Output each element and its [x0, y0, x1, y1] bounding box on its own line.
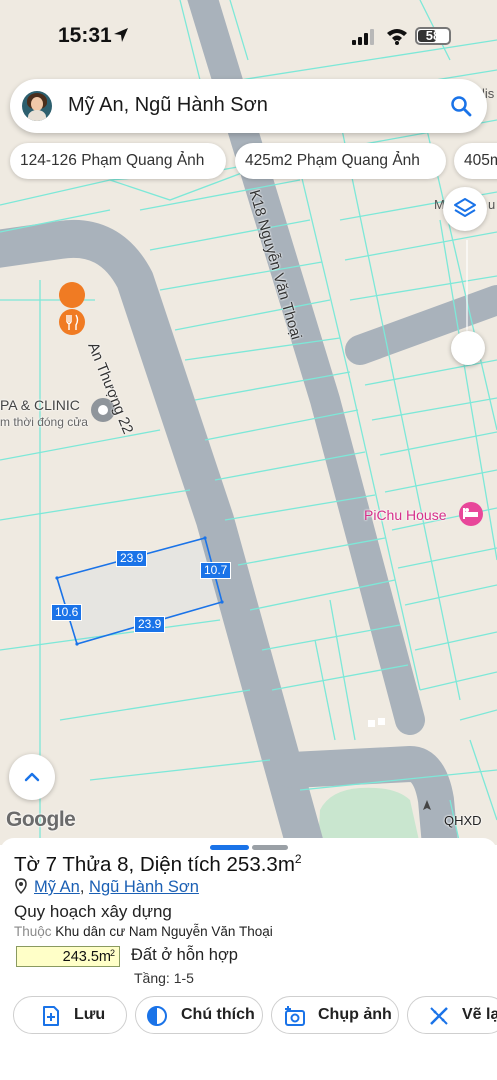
layers-button[interactable]	[443, 187, 487, 231]
parcel-dimension-bottom: 23.9	[134, 616, 166, 633]
search-icon[interactable]	[450, 95, 472, 117]
map-edge-label: u	[488, 197, 496, 212]
chip-suggestion[interactable]: 425m2 Phạm Quang Ảnh	[235, 143, 446, 179]
save-button[interactable]: Lưu	[13, 996, 127, 1034]
parcel-dimension-left: 10.6	[51, 604, 83, 621]
district-link[interactable]: Ngũ Hành Sơn	[89, 878, 199, 896]
park-area	[318, 787, 420, 845]
draw-button[interactable]: Vẽ lạ	[407, 996, 497, 1034]
location-arrow-icon	[114, 28, 128, 42]
crosswalk	[368, 718, 385, 727]
parcel-address: Mỹ An, Ngũ Hành Sơn	[14, 878, 199, 897]
legend-button[interactable]: Chú thích	[135, 996, 263, 1034]
floor-limit: Tầng: 1-5	[134, 970, 194, 986]
avatar[interactable]	[22, 91, 52, 121]
cellular-signal-icon	[352, 29, 374, 45]
planning-heading: Quy hoạch xây dựng	[14, 902, 172, 921]
planning-zone: Thuộc Khu dân cư Nam Nguyễn Văn Thoại	[14, 924, 273, 939]
wifi-icon	[387, 29, 407, 45]
capture-button[interactable]: Chụp ảnh	[271, 996, 399, 1034]
poi-clinic-status: m thời đóng cửa	[0, 415, 88, 429]
draw-button-label: Vẽ lạ	[462, 1006, 497, 1023]
save-button-label: Lưu	[74, 1006, 106, 1023]
restaurant-icon[interactable]	[59, 282, 86, 335]
battery-level: 58	[425, 28, 441, 43]
search-input[interactable]: Mỹ An, Ngũ Hành Sơn	[68, 94, 268, 117]
parcel-dimension-right: 10.7	[200, 562, 232, 579]
parcel-dimension-top: 23.9	[116, 550, 148, 567]
parcel-info-sheet: Tờ 7 Thửa 8, Diện tích 253.3m2 Mỹ An, Ng…	[0, 838, 497, 1080]
poi-clinic-name[interactable]: PA & CLINIC	[0, 397, 80, 413]
map-source-label: QHXD	[444, 813, 482, 828]
opacity-slider-track[interactable]	[466, 240, 468, 340]
poi-pichu-house-name[interactable]: PiChu House	[364, 507, 447, 523]
opacity-slider-handle[interactable]	[451, 331, 485, 365]
location-pin-icon	[15, 878, 27, 894]
google-logo: Google	[6, 808, 76, 831]
hotel-icon[interactable]	[459, 502, 483, 526]
battery-icon: 58	[415, 27, 451, 45]
sheet-handle[interactable]	[252, 845, 288, 850]
status-time: 15:31	[58, 24, 112, 47]
sheet-handle[interactable]	[210, 845, 249, 850]
contrast-icon	[147, 1006, 167, 1026]
map-view[interactable]: An Thượng 22 K18 Nguyễn Văn Thoại PA & C…	[0, 0, 497, 845]
capture-button-label: Chụp ảnh	[318, 1006, 392, 1023]
chip-suggestion[interactable]: 124-126 Phạm Quang Ảnh	[10, 143, 226, 179]
parcel-title: Tờ 7 Thửa 8, Diện tích 253.3m2	[14, 852, 302, 876]
land-use-type: Đất ở hỗn hợp	[131, 946, 238, 964]
layers-icon	[454, 198, 476, 217]
add-file-icon	[43, 1006, 59, 1026]
chevron-up-icon	[24, 772, 40, 782]
ruler-pencil-icon	[430, 1007, 448, 1025]
search-bar[interactable]: Mỹ An, Ngũ Hành Sơn	[10, 79, 487, 133]
chip-suggestion[interactable]: 405m	[454, 143, 497, 179]
status-bar: 15:31 58	[0, 0, 497, 70]
ward-link[interactable]: Mỹ An	[34, 878, 80, 896]
expand-button[interactable]	[9, 754, 55, 800]
land-use-area-badge: 243.5m 2	[16, 946, 120, 967]
action-bar: Lưu Chú thích Chụp ảnh Vẽ lạ	[0, 996, 497, 1034]
camera-add-icon	[285, 1006, 305, 1026]
legend-button-label: Chú thích	[181, 1006, 255, 1023]
